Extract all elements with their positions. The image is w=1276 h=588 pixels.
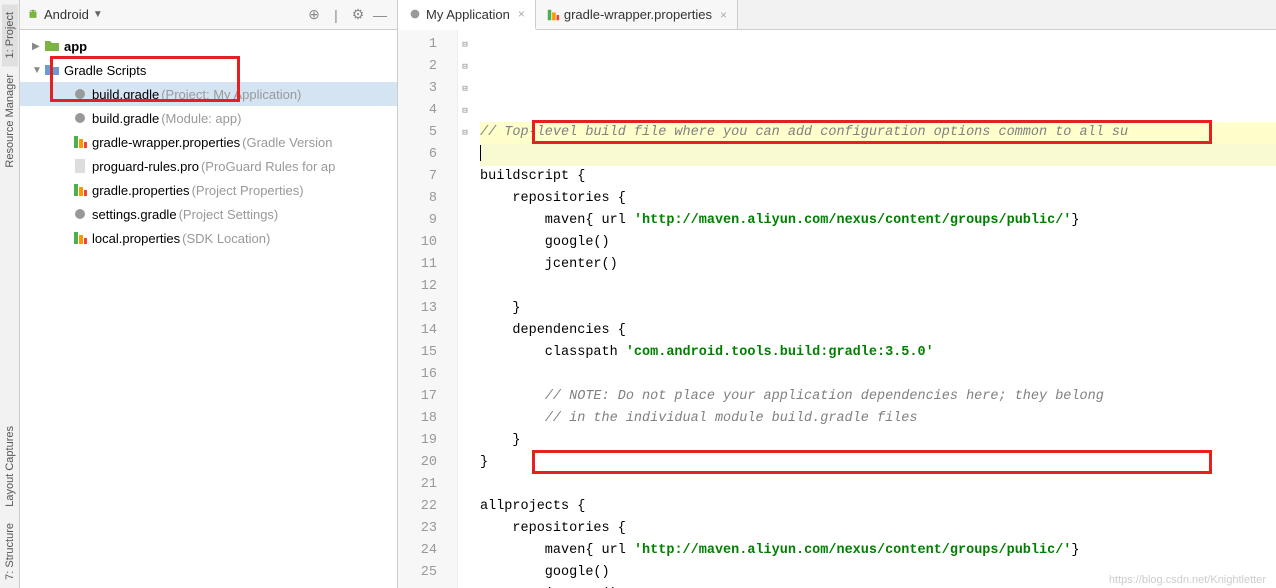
line-number-gutter: 1234567891011121314151617181920212223242… [398, 30, 458, 588]
tab-gradle-wrapper[interactable]: gradle-wrapper.properties × [536, 0, 738, 29]
text-file-icon [72, 158, 88, 174]
tree-item-wrapper-properties[interactable]: gradle-wrapper.properties (Gradle Versio… [20, 130, 397, 154]
close-icon[interactable]: × [518, 7, 525, 21]
tree-hint: (Module: app) [161, 111, 241, 126]
tree-label: gradle-wrapper.properties [92, 135, 240, 150]
vtab-project[interactable]: 1: Project [2, 4, 18, 66]
editor-panel: My Application × gradle-wrapper.properti… [398, 0, 1276, 588]
tree-item-gradle-properties[interactable]: gradle.properties (Project Properties) [20, 178, 397, 202]
code-editor[interactable]: 1234567891011121314151617181920212223242… [398, 30, 1276, 588]
gradle-file-icon [72, 206, 88, 222]
tree-item-local-properties[interactable]: local.properties (SDK Location) [20, 226, 397, 250]
properties-file-icon [72, 182, 88, 198]
project-top-bar: Android ▼ ⊕ | ⚙ — [20, 0, 397, 30]
tree-item-build-gradle-module[interactable]: build.gradle (Module: app) [20, 106, 397, 130]
minimize-icon[interactable]: — [369, 4, 391, 26]
fold-gutter[interactable]: ⊟⊟⊟⊟⊟ [458, 30, 472, 588]
editor-tabs: My Application × gradle-wrapper.properti… [398, 0, 1276, 30]
tree-hint: (SDK Location) [182, 231, 270, 246]
tree-label: local.properties [92, 231, 180, 246]
tree-app-node[interactable]: ▶ app [20, 34, 397, 58]
tree-label: build.gradle [92, 87, 159, 102]
tree-label: gradle.properties [92, 183, 190, 198]
dropdown-arrow-icon[interactable]: ▼ [93, 9, 103, 20]
left-tool-strip: 1: Project Resource Manager Layout Captu… [0, 0, 20, 588]
properties-file-icon [72, 230, 88, 246]
tree-item-proguard[interactable]: proguard-rules.pro (ProGuard Rules for a… [20, 154, 397, 178]
watermark-text: https://blog.csdn.net/Knightletter [1109, 574, 1266, 586]
tree-label: settings.gradle [92, 207, 177, 222]
project-tree: ▶ app ▼ Gradle Scripts build.gradle (Pro… [20, 30, 397, 254]
tree-label: Gradle Scripts [64, 63, 146, 78]
tree-hint: (Gradle Version [242, 135, 332, 150]
target-icon[interactable]: ⊕ [303, 4, 325, 26]
gradle-file-icon [72, 110, 88, 126]
view-mode-label[interactable]: Android [44, 7, 89, 22]
tree-item-build-gradle-project[interactable]: build.gradle (Project: My Application) [20, 82, 397, 106]
expand-arrow-icon[interactable]: ▼ [32, 65, 44, 76]
tree-hint: (Project Properties) [192, 183, 304, 198]
gradle-file-icon [72, 86, 88, 102]
project-panel: Android ▼ ⊕ | ⚙ — ▶ app ▼ Gradle Scripts… [20, 0, 398, 588]
tab-label: gradle-wrapper.properties [564, 7, 712, 22]
expand-arrow-icon[interactable]: ▶ [32, 41, 44, 52]
tree-label: app [64, 39, 87, 54]
vtab-resource-manager[interactable]: Resource Manager [2, 66, 18, 176]
tree-label: proguard-rules.pro [92, 159, 199, 174]
gradle-folder-icon [44, 62, 60, 78]
tree-item-settings-gradle[interactable]: settings.gradle (Project Settings) [20, 202, 397, 226]
code-area[interactable]: // Top-level build file where you can ad… [472, 30, 1276, 588]
properties-file-icon [546, 8, 560, 22]
tree-hint: (Project Settings) [179, 207, 279, 222]
tree-label: build.gradle [92, 111, 159, 126]
gear-icon[interactable]: ⚙ [347, 4, 369, 26]
vtab-layout-captures[interactable]: Layout Captures [2, 418, 18, 515]
tab-my-application[interactable]: My Application × [398, 0, 536, 30]
properties-file-icon [72, 134, 88, 150]
close-icon[interactable]: × [720, 8, 727, 22]
tab-label: My Application [426, 7, 510, 22]
tree-hint: (Project: My Application) [161, 87, 301, 102]
tree-hint: (ProGuard Rules for ap [201, 159, 335, 174]
divider-icon: | [325, 4, 347, 26]
vtab-structure[interactable]: 7: Structure [2, 515, 18, 588]
gradle-file-icon [408, 7, 422, 21]
tree-gradle-scripts-node[interactable]: ▼ Gradle Scripts [20, 58, 397, 82]
folder-icon [44, 38, 60, 54]
android-icon [26, 8, 40, 22]
